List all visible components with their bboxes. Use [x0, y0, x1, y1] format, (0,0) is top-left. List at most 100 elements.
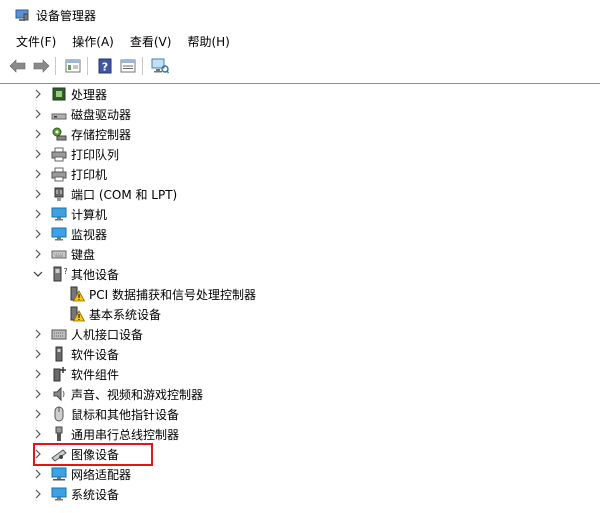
computer-icon	[51, 206, 67, 222]
properties-button[interactable]	[118, 56, 138, 76]
tree-item-label: 鼠标和其他指针设备	[71, 407, 180, 422]
chevron-right-icon[interactable]	[33, 84, 43, 104]
tree-item-label: 声音、视频和游戏控制器	[71, 387, 204, 402]
tree-item-disk-drives[interactable]: 磁盘驱动器	[33, 104, 131, 124]
tree-item-other-devices[interactable]: ? 其他设备	[33, 264, 119, 284]
chevron-right-icon[interactable]	[33, 224, 43, 244]
toolbar-separator	[87, 57, 88, 75]
svg-text:?: ?	[102, 61, 108, 74]
system-device-icon	[51, 486, 67, 502]
chevron-right-icon[interactable]	[33, 244, 43, 264]
tree-item-label: PCI 数据捕获和信号处理控制器	[89, 287, 256, 302]
tree-item-label: 通用串行总线控制器	[71, 427, 180, 442]
menu-help[interactable]: 帮助(H)	[181, 33, 235, 50]
chevron-right-icon[interactable]	[33, 204, 43, 224]
tree-item-label: 打印队列	[71, 147, 120, 162]
tree-item-mice[interactable]: 鼠标和其他指针设备	[33, 404, 179, 424]
tree-item-print-queues[interactable]: 打印队列	[33, 144, 119, 164]
chevron-down-icon[interactable]	[33, 264, 43, 284]
chevron-right-icon[interactable]	[33, 144, 43, 164]
tree-item-label: 其他设备	[71, 267, 120, 282]
tree-item-software-devices[interactable]: 软件设备	[33, 344, 119, 364]
chevron-right-icon[interactable]	[33, 464, 43, 484]
chevron-right-icon[interactable]	[33, 324, 43, 344]
tree-item-label: 打印机	[71, 167, 108, 182]
tree-item-label: 系统设备	[71, 487, 120, 502]
chevron-right-icon[interactable]	[33, 104, 43, 124]
menu-file[interactable]: 文件(F)	[10, 33, 62, 50]
software-component-icon	[51, 366, 67, 382]
tree-item-label: 基本系统设备	[89, 307, 162, 322]
disk-drive-icon	[51, 106, 67, 122]
chevron-right-icon[interactable]	[33, 404, 43, 424]
tree-item-sound-video-game[interactable]: 声音、视频和游戏控制器	[33, 384, 203, 404]
tree-item-processor[interactable]: 处理器	[33, 84, 107, 104]
sound-icon	[51, 386, 67, 402]
back-button[interactable]	[8, 56, 28, 76]
tree-item-label: 键盘	[71, 247, 96, 262]
tree-item-pci-controller[interactable]: PCI 数据捕获和信号处理控制器	[69, 284, 256, 304]
tree-item-label: 软件组件	[71, 367, 120, 382]
forward-button[interactable]	[31, 56, 51, 76]
chevron-right-icon[interactable]	[33, 484, 43, 504]
warning-device-icon	[69, 286, 86, 302]
window-title: 设备管理器	[36, 8, 97, 23]
network-adapter-icon	[51, 466, 67, 482]
tree-item-label: 监视器	[71, 227, 108, 242]
tree-item-software-components[interactable]: 软件组件	[33, 364, 119, 384]
tree-item-network-adapters[interactable]: 网络适配器	[33, 464, 131, 484]
hid-icon	[51, 326, 67, 342]
software-device-icon	[51, 346, 67, 362]
tree-item-base-system-device[interactable]: 基本系统设备	[69, 304, 161, 324]
tree-item-label: 处理器	[71, 87, 108, 102]
tree-item-keyboards[interactable]: 键盘	[33, 244, 95, 264]
tree-item-label: 存储控制器	[71, 127, 132, 142]
tree-item-printers[interactable]: 打印机	[33, 164, 107, 184]
tree-item-system-devices[interactable]: 系统设备	[33, 484, 119, 504]
warning-device-icon	[69, 306, 86, 322]
monitor-icon	[51, 226, 67, 242]
chevron-right-icon[interactable]	[33, 124, 43, 144]
keyboard-icon	[51, 246, 67, 262]
chevron-right-icon[interactable]	[33, 184, 43, 204]
toolbar: ?	[0, 52, 600, 80]
toolbar-separator	[55, 57, 56, 75]
tree-item-computer[interactable]: 计算机	[33, 204, 107, 224]
tree-item-label: 人机接口设备	[71, 327, 144, 342]
processor-icon	[51, 86, 67, 102]
mouse-icon	[51, 406, 67, 422]
tree-item-monitors[interactable]: 监视器	[33, 224, 107, 244]
svg-text:?: ?	[64, 267, 68, 276]
chevron-right-icon[interactable]	[33, 164, 43, 184]
toolbar-separator	[142, 57, 143, 75]
arrow-left-icon	[9, 59, 26, 73]
tree-item-hid[interactable]: 人机接口设备	[33, 324, 143, 344]
chevron-right-icon[interactable]	[33, 344, 43, 364]
scan-hardware-button[interactable]	[150, 56, 170, 76]
printer-icon	[51, 166, 67, 182]
tree-item-label: 软件设备	[71, 347, 120, 362]
tree-item-label: 磁盘驱动器	[71, 107, 132, 122]
device-manager-icon	[15, 8, 29, 22]
tree-item-storage-controllers[interactable]: 存储控制器	[33, 124, 131, 144]
port-icon	[51, 186, 67, 202]
help-icon: ?	[98, 58, 112, 74]
chevron-right-icon[interactable]	[33, 384, 43, 404]
arrow-right-icon	[33, 59, 50, 73]
title-bar: 设备管理器	[0, 0, 600, 30]
menu-view[interactable]: 查看(V)	[124, 33, 178, 50]
highlight-box	[33, 443, 153, 466]
help-button[interactable]: ?	[95, 56, 115, 76]
show-hide-console-tree-button[interactable]	[63, 56, 83, 76]
storage-controller-icon	[51, 126, 67, 142]
menu-action[interactable]: 操作(A)	[66, 33, 120, 50]
menu-bar: 文件(F) 操作(A) 查看(V) 帮助(H)	[0, 30, 600, 52]
tree-item-ports[interactable]: 端口 (COM 和 LPT)	[33, 184, 177, 204]
tree-item-label: 网络适配器	[71, 467, 132, 482]
print-queue-icon	[51, 146, 67, 162]
chevron-right-icon[interactable]	[33, 364, 43, 384]
properties-icon	[120, 59, 136, 73]
tree-item-usb-controllers[interactable]: 通用串行总线控制器	[33, 424, 179, 444]
usb-icon	[51, 426, 67, 442]
chevron-right-icon[interactable]	[33, 424, 43, 444]
